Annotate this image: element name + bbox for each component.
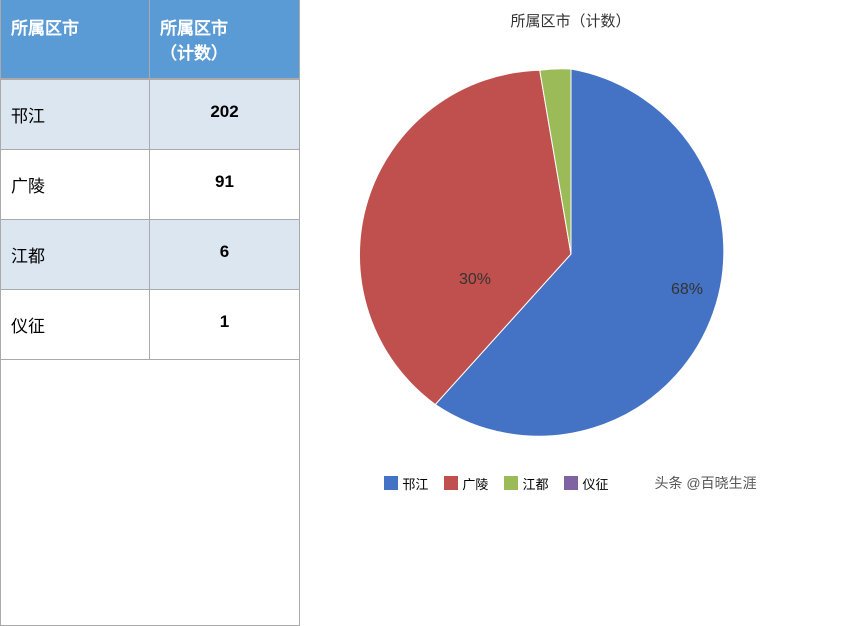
legend-color-yizheng <box>564 476 578 490</box>
table-body: 邗江 202 广陵 91 江都 6 仪征 1 <box>1 80 299 360</box>
table-row: 江都 6 <box>1 220 299 290</box>
district-cell: 江都 <box>1 220 150 289</box>
legend-item-guangling: 广陵 <box>444 474 488 493</box>
watermark: 头条 @百晓生涯 <box>654 473 756 493</box>
legend-label-guangling: 广陵 <box>462 474 488 493</box>
label-30: 30% <box>459 271 491 288</box>
legend-item-hanjiang: 邗江 <box>384 474 428 493</box>
count-cell: 202 <box>150 80 299 149</box>
legend-color-jiangdu <box>504 476 518 490</box>
col2-header: 所属区市（计数） <box>150 0 299 78</box>
count-cell: 1 <box>150 290 299 359</box>
district-cell: 广陵 <box>1 150 150 219</box>
table-row: 仪征 1 <box>1 290 299 360</box>
pie-chart-svg: 68% 30% <box>341 39 801 469</box>
pie-chart-container: 68% 30% <box>341 39 801 469</box>
legend-item-yizheng: 仪征 <box>564 474 608 493</box>
legend-label-yizheng: 仪征 <box>582 474 608 493</box>
count-cell: 91 <box>150 150 299 219</box>
legend-color-guangling <box>444 476 458 490</box>
label-68: 68% <box>671 281 703 298</box>
col1-header: 所属区市 <box>1 0 150 78</box>
data-table: 所属区市 所属区市（计数） 邗江 202 广陵 91 江都 6 仪征 1 <box>0 0 300 626</box>
chart-section: 所属区市（计数） 68% 30% 邗江 广陵 <box>300 0 841 626</box>
chart-legend: 邗江 广陵 江都 仪征 头条 @百晓生涯 <box>384 473 756 493</box>
table-row: 广陵 91 <box>1 150 299 220</box>
legend-color-hanjiang <box>384 476 398 490</box>
chart-title: 所属区市（计数） <box>510 10 630 31</box>
legend-label-jiangdu: 江都 <box>522 474 548 493</box>
legend-label-hanjiang: 邗江 <box>402 474 428 493</box>
table-row: 邗江 202 <box>1 80 299 150</box>
table-header: 所属区市 所属区市（计数） <box>1 0 299 80</box>
count-cell: 6 <box>150 220 299 289</box>
legend-item-jiangdu: 江都 <box>504 474 548 493</box>
district-cell: 仪征 <box>1 290 150 359</box>
district-cell: 邗江 <box>1 80 150 149</box>
